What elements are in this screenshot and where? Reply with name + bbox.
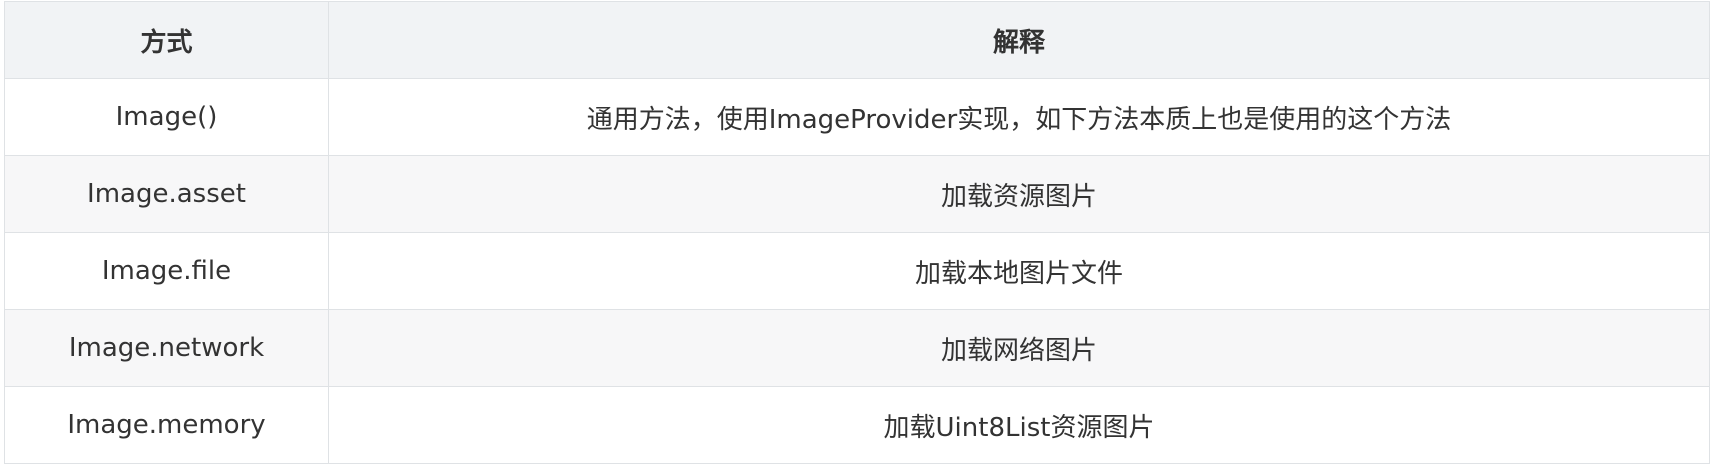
method-cell: Image.memory <box>4 386 329 464</box>
image-methods-table-container: 方式 解释 Image() 通用方法，使用ImageProvider实现，如下方… <box>4 1 1710 464</box>
header-description: 解释 <box>328 1 1710 79</box>
image-methods-table: 方式 解释 Image() 通用方法，使用ImageProvider实现，如下方… <box>4 1 1710 464</box>
description-cell: 加载资源图片 <box>328 155 1710 233</box>
method-cell: Image.asset <box>4 155 329 233</box>
description-cell: 通用方法，使用ImageProvider实现，如下方法本质上也是使用的这个方法 <box>328 78 1710 156</box>
table-row: Image.network 加载网络图片 <box>4 309 1710 387</box>
description-cell: 加载网络图片 <box>328 309 1710 387</box>
description-cell: 加载Uint8List资源图片 <box>328 386 1710 464</box>
description-cell: 加载本地图片文件 <box>328 232 1710 310</box>
table-row: Image.file 加载本地图片文件 <box>4 232 1710 310</box>
header-method: 方式 <box>4 1 329 79</box>
method-cell: Image() <box>4 78 329 156</box>
table-row: Image() 通用方法，使用ImageProvider实现，如下方法本质上也是… <box>4 78 1710 156</box>
method-cell: Image.file <box>4 232 329 310</box>
table-row: Image.memory 加载Uint8List资源图片 <box>4 386 1710 464</box>
method-cell: Image.network <box>4 309 329 387</box>
table-header: 方式 解释 <box>4 1 1710 79</box>
table-header-row: 方式 解释 <box>4 1 1710 79</box>
table-row: Image.asset 加载资源图片 <box>4 155 1710 233</box>
table-body: Image() 通用方法，使用ImageProvider实现，如下方法本质上也是… <box>4 78 1710 464</box>
